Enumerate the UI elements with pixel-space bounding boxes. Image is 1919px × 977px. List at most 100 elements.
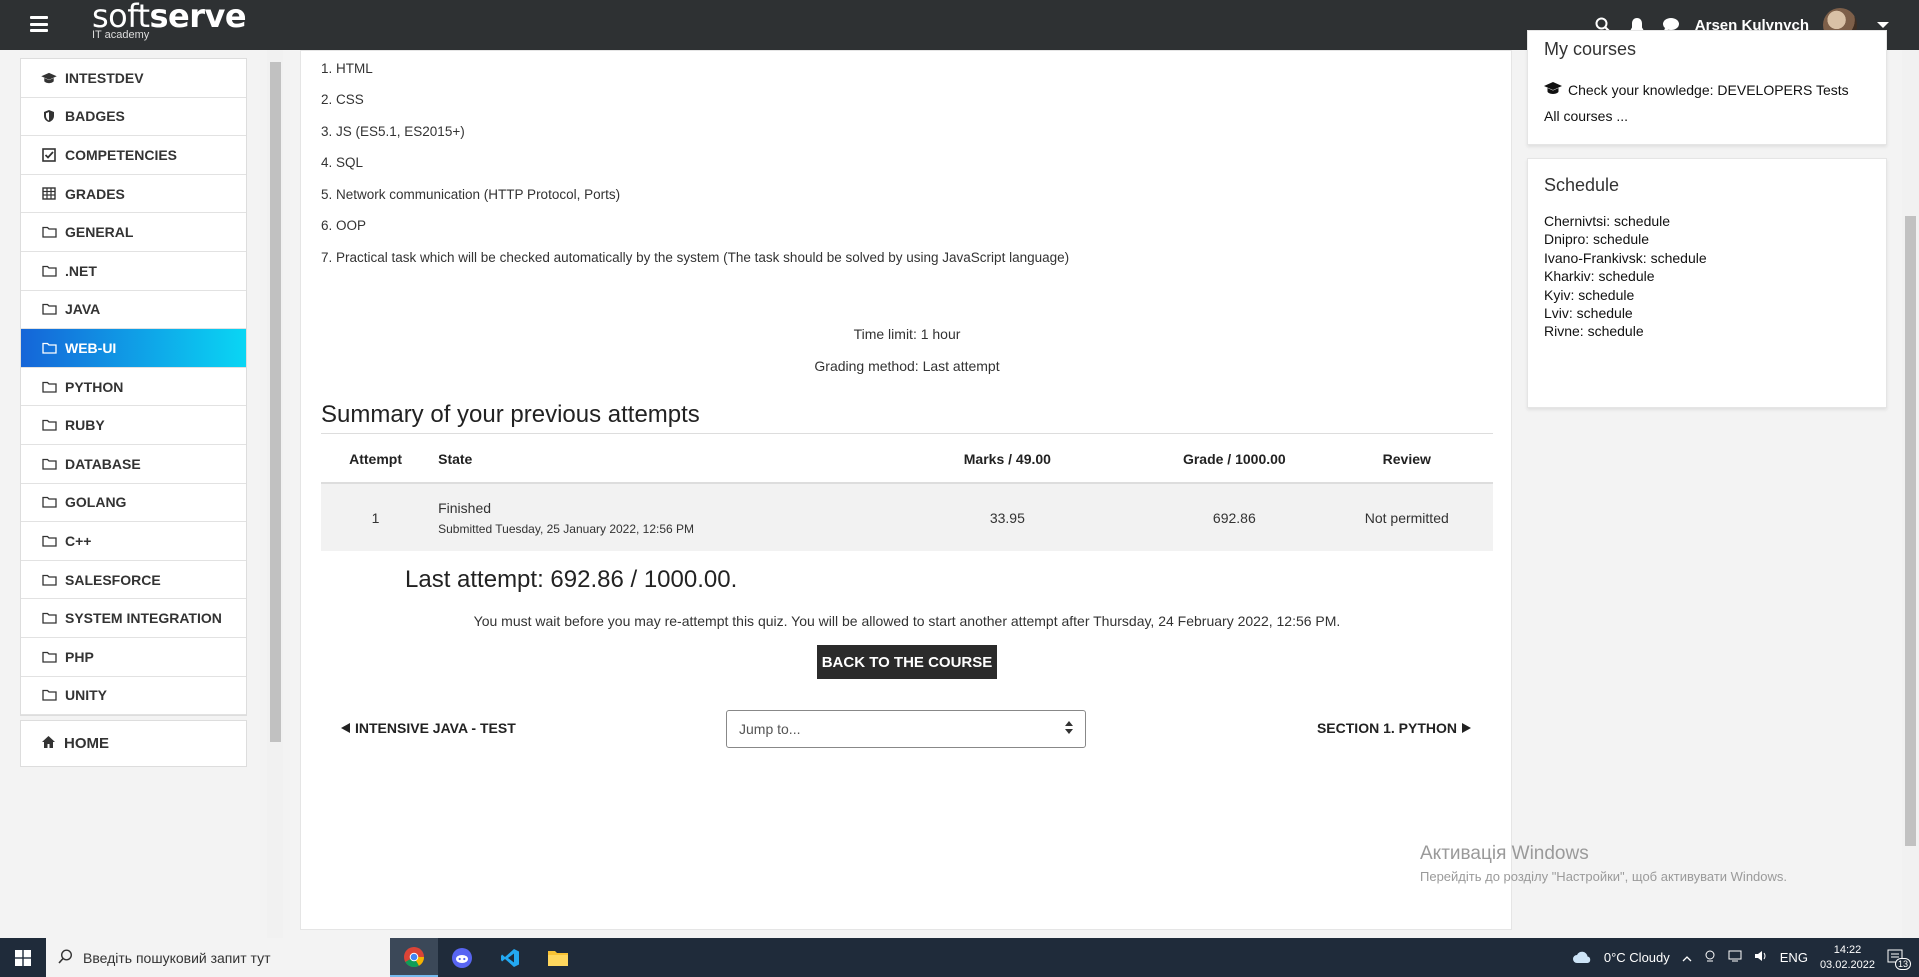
drawer-item-golang[interactable]: GOLANG bbox=[21, 484, 246, 523]
drawer-item-label: PYTHON bbox=[65, 378, 124, 395]
windows-taskbar: Введіть пошуковий запит тут 0°C Cloudy E… bbox=[0, 938, 1919, 977]
attempt-state-cell: Finished Submitted Tuesday, 25 January 2… bbox=[430, 483, 867, 551]
folder-icon bbox=[41, 340, 57, 356]
file-explorer-icon[interactable] bbox=[534, 938, 582, 977]
volume-icon[interactable] bbox=[1754, 950, 1768, 965]
softserve-logo[interactable]: softserve IT academy bbox=[92, 0, 247, 41]
weather-text[interactable]: 0°C Cloudy bbox=[1604, 950, 1670, 965]
drawer-item-unity[interactable]: UNITY bbox=[21, 677, 246, 716]
windows-start-icon[interactable] bbox=[0, 938, 46, 977]
cloud-icon[interactable] bbox=[1572, 950, 1592, 966]
search-icon bbox=[58, 948, 73, 967]
drawer-scrollbar[interactable] bbox=[267, 50, 283, 938]
prev-activity-label: INTENSIVE JAVA - TEST bbox=[355, 720, 516, 736]
drawer-item-home[interactable]: HOME bbox=[20, 720, 247, 767]
notifications-count: 13 bbox=[1894, 957, 1911, 970]
summary-heading: Summary of your previous attempts bbox=[321, 401, 700, 428]
all-courses-link[interactable]: All courses ... bbox=[1544, 108, 1628, 124]
prev-activity-link[interactable]: INTENSIVE JAVA - TEST bbox=[341, 720, 516, 736]
schedule-link[interactable]: Kharkiv: schedule bbox=[1544, 268, 1655, 284]
drawer-item-c++[interactable]: C++ bbox=[21, 522, 246, 561]
schedule-link[interactable]: Lviv: schedule bbox=[1544, 305, 1633, 321]
next-activity-link[interactable]: SECTION 1. PYTHON bbox=[1317, 720, 1471, 736]
folder-icon bbox=[41, 494, 57, 510]
attempt-submitted: Submitted Tuesday, 25 January 2022, 12:5… bbox=[438, 521, 695, 536]
clock-time: 14:22 bbox=[1833, 943, 1862, 956]
schedule-link[interactable]: Rivne: schedule bbox=[1544, 323, 1644, 339]
course-link-label: Check your knowledge: DEVELOPERS Tests bbox=[1568, 81, 1849, 98]
folder-icon bbox=[41, 224, 57, 240]
col-grade: Grade / 1000.00 bbox=[1148, 435, 1321, 484]
folder-icon bbox=[41, 456, 57, 472]
drawer-item-system-integration[interactable]: SYSTEM INTEGRATION bbox=[21, 599, 246, 638]
logo-text-bold: serve bbox=[149, 0, 247, 35]
quiz-topic-item: 4. SQL bbox=[321, 155, 364, 170]
chrome-app-icon[interactable] bbox=[390, 938, 438, 977]
nav-drawer: INTESTDEV BADGES COMPETENCIES GRADES GENERAL… bbox=[0, 50, 285, 938]
drawer-list: INTESTDEV BADGES COMPETENCIES GRADES GENERAL… bbox=[20, 58, 247, 717]
table-icon bbox=[41, 186, 57, 202]
schedule-link[interactable]: Kyiv: schedule bbox=[1544, 287, 1634, 303]
quiz-topic-item: 7. Practical task which will be checked … bbox=[321, 250, 1070, 265]
drawer-item-badges[interactable]: BADGES bbox=[21, 98, 246, 137]
notifications-icon[interactable]: 13 bbox=[1887, 949, 1911, 970]
select-arrows-icon bbox=[1065, 721, 1073, 734]
watermark-subtitle: Перейдіть до розділу "Настройки", щоб ак… bbox=[1420, 869, 1788, 884]
attempt-state: Finished bbox=[438, 499, 492, 516]
page-scrollbar[interactable] bbox=[1902, 50, 1919, 938]
schedule-title: Schedule bbox=[1544, 175, 1620, 195]
drawer-item-intestdev[interactable]: INTESTDEV bbox=[21, 59, 246, 98]
menu-toggle-icon[interactable] bbox=[30, 16, 48, 32]
drawer-item-label: C++ bbox=[65, 532, 92, 549]
drawer-item-salesforce[interactable]: SALESFORCE bbox=[21, 561, 246, 600]
windows-activation-watermark: Активація Windows Перейдіть до розділу "… bbox=[1420, 843, 1787, 884]
quiz-main-region: 1. HTML 2. CSS 3. JS (ES5.1, ES2015+) 4. SQ… bbox=[300, 50, 1512, 930]
drawer-item-general[interactable]: GENERAL bbox=[21, 213, 246, 252]
schedule-link[interactable]: Dnipro: schedule bbox=[1544, 231, 1649, 247]
drawer-item-ruby[interactable]: RUBY bbox=[21, 406, 246, 445]
network-icon[interactable] bbox=[1728, 950, 1742, 965]
drawer-item-competencies[interactable]: COMPETENCIES bbox=[21, 136, 246, 175]
discord-app-icon[interactable] bbox=[438, 938, 486, 977]
taskbar-search-box[interactable]: Введіть пошуковий запит тут bbox=[46, 938, 390, 977]
schedule-block: Schedule Chernivtsi: schedule Dnipro: sch… bbox=[1527, 158, 1887, 408]
course-link[interactable]: Check your knowledge: DEVELOPERS Tests bbox=[1544, 81, 1849, 98]
drawer-item-python[interactable]: PYTHON bbox=[21, 368, 246, 407]
arrow-left-icon bbox=[341, 720, 350, 736]
quiz-topic-item: 1. HTML bbox=[321, 61, 373, 76]
webcam-icon[interactable] bbox=[1704, 950, 1716, 965]
drawer-item-grades[interactable]: GRADES bbox=[21, 175, 246, 214]
drawer-item-label: PHP bbox=[65, 648, 94, 665]
drawer-item-web-ui[interactable]: WEB-UI bbox=[21, 329, 246, 368]
graduation-cap-icon bbox=[41, 70, 57, 86]
time-limit: Time limit: 1 hour bbox=[853, 326, 961, 342]
schedule-link[interactable]: Ivano-Frankivsk: schedule bbox=[1544, 250, 1707, 266]
drawer-item-php[interactable]: PHP bbox=[21, 638, 246, 677]
drawer-item-net[interactable]: .NET bbox=[21, 252, 246, 291]
quiz-topic-item: 2. CSS bbox=[321, 92, 364, 107]
attempt-grade: 692.86 bbox=[1148, 483, 1321, 551]
taskbar-clock[interactable]: 14:22 03.02.2022 bbox=[1820, 943, 1875, 973]
drawer-item-java[interactable]: JAVA bbox=[21, 291, 246, 330]
summary-divider bbox=[321, 433, 1493, 434]
attempt-review: Not permitted bbox=[1320, 483, 1493, 551]
jump-to-value: Jump to... bbox=[739, 721, 801, 737]
drawer-item-database[interactable]: DATABASE bbox=[21, 445, 246, 484]
chevron-down-icon[interactable] bbox=[1877, 22, 1889, 28]
drawer-item-label: HOME bbox=[64, 735, 109, 752]
quiz-topic-item: 3. JS (ES5.1, ES2015+) bbox=[321, 124, 465, 139]
reattempt-wait-message: You must wait before you may re-attempt … bbox=[473, 613, 1341, 629]
back-to-course-button[interactable]: BACK TO THE COURSE bbox=[817, 645, 997, 679]
page-scroll-thumb[interactable] bbox=[1905, 216, 1916, 846]
taskbar-search-placeholder: Введіть пошуковий запит тут bbox=[83, 949, 271, 966]
jump-to-select[interactable]: Jump to... bbox=[726, 710, 1086, 748]
input-language[interactable]: ENG bbox=[1780, 950, 1808, 965]
vscode-app-icon[interactable] bbox=[486, 938, 534, 977]
drawer-item-label: GENERAL bbox=[65, 224, 134, 241]
clock-date: 03.02.2022 bbox=[1819, 958, 1875, 971]
drawer-scroll-thumb[interactable] bbox=[270, 62, 281, 742]
chevron-up-icon[interactable] bbox=[1682, 950, 1692, 965]
schedule-link[interactable]: Chernivtsi: schedule bbox=[1544, 213, 1670, 229]
col-review: Review bbox=[1320, 435, 1493, 484]
folder-icon bbox=[41, 379, 57, 395]
